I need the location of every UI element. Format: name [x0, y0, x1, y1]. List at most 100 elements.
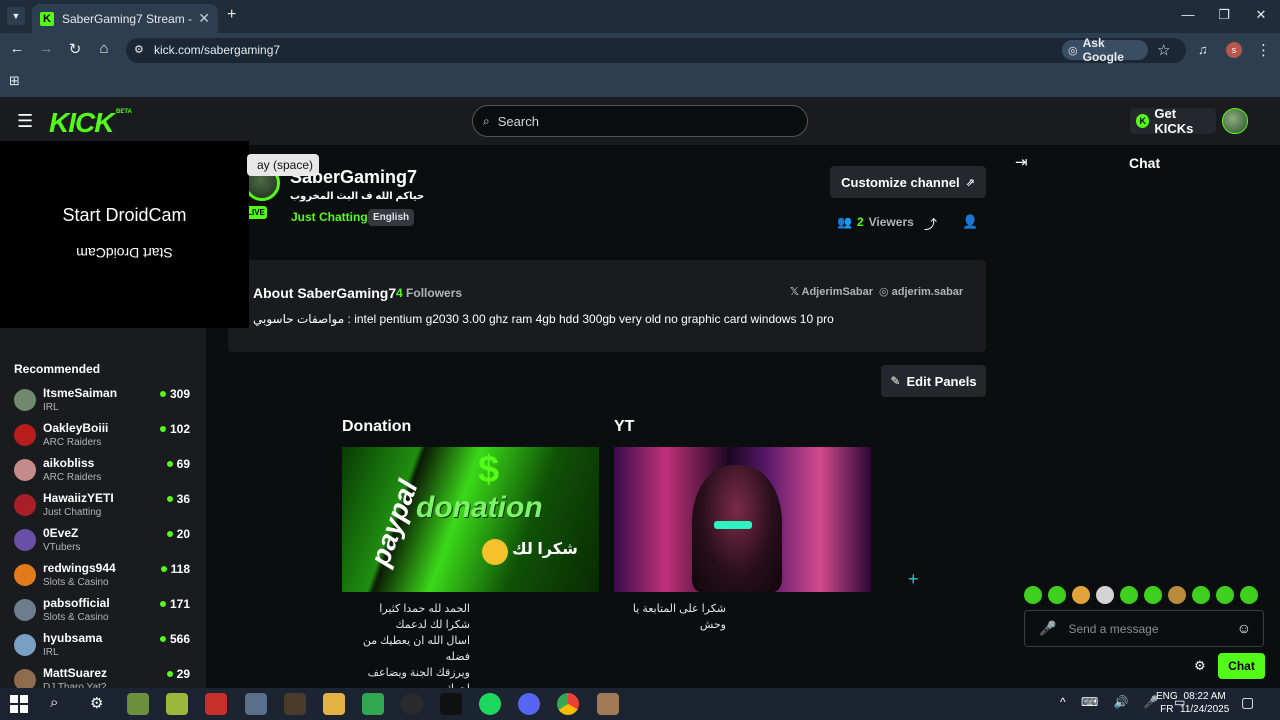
- spotify-icon[interactable]: [479, 693, 501, 715]
- recommended-channel[interactable]: OakleyBoiii ARC Raiders 102: [14, 421, 194, 455]
- forward-icon[interactable]: →: [36, 40, 56, 57]
- recommended-channel[interactable]: 0EveZ VTubers 20: [14, 526, 194, 560]
- recommended-channel[interactable]: aikobliss ARC Raiders 69: [14, 456, 194, 490]
- chrome-icon[interactable]: [557, 693, 579, 715]
- emote-icon[interactable]: [1144, 586, 1162, 604]
- chat-settings-icon[interactable]: ⚙: [1194, 658, 1206, 674]
- notifications-icon[interactable]: ▢: [1241, 694, 1254, 711]
- obs-icon[interactable]: [401, 693, 423, 715]
- yt-panel-image[interactable]: [614, 447, 871, 592]
- edit-panels-button[interactable]: ✎ Edit Panels: [881, 365, 986, 397]
- back-icon[interactable]: ←: [7, 40, 27, 57]
- site-info-icon[interactable]: ⚙: [134, 43, 144, 56]
- close-window-icon[interactable]: ✕: [1251, 7, 1271, 23]
- add-panel-icon[interactable]: +: [908, 569, 919, 590]
- browser-menu-icon[interactable]: ⋮: [1256, 41, 1271, 59]
- recommended-channel[interactable]: ItsmeSaiman IRL 309: [14, 386, 194, 420]
- get-kicks-button[interactable]: K Get KICKs: [1130, 106, 1216, 136]
- profile-avatar[interactable]: s: [1226, 42, 1242, 58]
- file-explorer-icon[interactable]: [323, 693, 345, 715]
- discord-icon[interactable]: [518, 693, 540, 715]
- donation-panel-image[interactable]: paypal $ donation شكرا لك: [342, 447, 599, 592]
- viewers-number: 69: [176, 457, 190, 471]
- emote-icon[interactable]: [1120, 586, 1138, 604]
- emote-icon[interactable]: [1240, 586, 1258, 604]
- viewers-number: 29: [176, 667, 190, 681]
- user-avatar[interactable]: [1222, 108, 1248, 134]
- follow-user-icon[interactable]: 👤: [962, 214, 978, 230]
- emoji-picker-icon[interactable]: ☺: [1237, 620, 1251, 636]
- apps-grid-icon[interactable]: ⊞: [9, 73, 20, 89]
- recommended-channel-name: OakleyBoiii: [43, 421, 109, 435]
- recommended-channel[interactable]: HawaiizYETI Just Chatting 36: [14, 491, 194, 525]
- bookmark-star-icon[interactable]: ☆: [1157, 41, 1170, 59]
- media-control-icon[interactable]: ♫: [1198, 42, 1208, 57]
- emote-icon[interactable]: [1096, 586, 1114, 604]
- chat-placeholder: Send a message: [1068, 621, 1159, 636]
- taskbar-search-icon[interactable]: ⌕: [50, 694, 58, 711]
- play-tooltip: ay (space): [247, 154, 320, 176]
- browser-tab[interactable]: K SaberGaming7 Stream - Watch ✕: [32, 4, 218, 33]
- ask-google-button[interactable]: ◎ Ask Google: [1062, 36, 1148, 64]
- live-dot-icon: [166, 461, 173, 467]
- recommended-channel[interactable]: pabsofficial Slots & Casino 171: [14, 596, 194, 630]
- new-tab-icon[interactable]: +: [227, 6, 236, 24]
- lang-primary: ENG: [1156, 691, 1178, 702]
- language-tag[interactable]: English: [368, 209, 415, 226]
- url-text[interactable]: kick.com/sabergaming7: [154, 43, 280, 57]
- emote-icon[interactable]: [1216, 586, 1234, 604]
- kick-favicon-icon: K: [40, 11, 54, 26]
- kick-logo[interactable]: KICK: [49, 107, 114, 139]
- recommended-channel[interactable]: redwings944 Slots & Casino 118: [14, 561, 194, 595]
- home-icon[interactable]: ⌂: [94, 40, 114, 57]
- taskbar-app-icon[interactable]: [362, 693, 384, 715]
- taskbar-app-icon[interactable]: [205, 693, 227, 715]
- recommended-viewers: 69: [166, 457, 190, 471]
- about-description: مواصفات حاسوبي : intel pentium g2030 3.0…: [253, 312, 834, 326]
- emote-icon[interactable]: [1168, 586, 1186, 604]
- taskbar-app-icon[interactable]: [597, 693, 619, 715]
- search-placeholder: Search: [497, 113, 539, 129]
- followers-count: 4 Followers: [396, 286, 462, 300]
- chat-message-input[interactable]: 🎤 Send a message ☺: [1024, 610, 1264, 647]
- hamburger-menu-icon[interactable]: ☰: [17, 111, 33, 132]
- reload-icon[interactable]: ↻: [65, 40, 85, 58]
- recommended-channel-category: IRL: [43, 647, 59, 658]
- taskbar-app-icon[interactable]: [127, 693, 149, 715]
- clock[interactable]: 08:22 AM 11/24/2025: [1180, 690, 1229, 716]
- recommended-channel[interactable]: hyubsama IRL 566: [14, 631, 194, 665]
- recommended-channel-name: pabsofficial: [43, 596, 110, 610]
- address-bar[interactable]: [126, 38, 1186, 63]
- kicks-coin-icon: K: [1136, 114, 1150, 128]
- emote-icon[interactable]: [1072, 586, 1090, 604]
- taskbar-app-icon[interactable]: [284, 693, 306, 715]
- taskbar-app-icon[interactable]: [245, 693, 267, 715]
- mic-icon[interactable]: 🎤: [1039, 620, 1056, 637]
- droidcam-overlay[interactable]: Start DroidCam Start DroidCam: [0, 141, 249, 328]
- chat-send-button[interactable]: Chat: [1218, 653, 1265, 679]
- emote-icon[interactable]: [1024, 586, 1042, 604]
- collapse-chat-icon[interactable]: ⇥: [1015, 153, 1028, 171]
- emote-icon[interactable]: [1192, 586, 1210, 604]
- recommended-channel-name: 0EveZ: [43, 526, 79, 540]
- channel-avatar: [14, 529, 36, 551]
- social-link-instagram[interactable]: ◎ adjerim.sabar: [879, 285, 963, 298]
- input-language[interactable]: ENG FR: [1156, 690, 1178, 716]
- taskbar-app-icon[interactable]: [166, 693, 188, 715]
- minimize-icon[interactable]: —: [1178, 7, 1198, 22]
- emote-icon[interactable]: [1048, 586, 1066, 604]
- viewers-label: Viewers: [868, 215, 914, 229]
- search-input[interactable]: ⌕ Search: [472, 105, 808, 137]
- windows-start-icon[interactable]: [10, 695, 28, 713]
- restore-icon[interactable]: ❐: [1214, 7, 1234, 23]
- social-link-x[interactable]: 𝕏 AdjerimSabar: [790, 285, 873, 298]
- bookmarks-bar: [0, 67, 1280, 97]
- stream-category[interactable]: Just Chatting: [291, 210, 368, 224]
- share-icon[interactable]: ⤴: [924, 214, 937, 233]
- droidcam-mirror-text: Start DroidCam: [76, 245, 173, 261]
- tiktok-icon[interactable]: [440, 693, 462, 715]
- customize-channel-button[interactable]: Customize channel ⇗: [830, 166, 986, 198]
- tab-list-dropdown-icon[interactable]: ▼: [7, 7, 25, 25]
- close-tab-icon[interactable]: ✕: [198, 10, 210, 27]
- taskbar-settings-icon[interactable]: ⚙: [90, 694, 103, 712]
